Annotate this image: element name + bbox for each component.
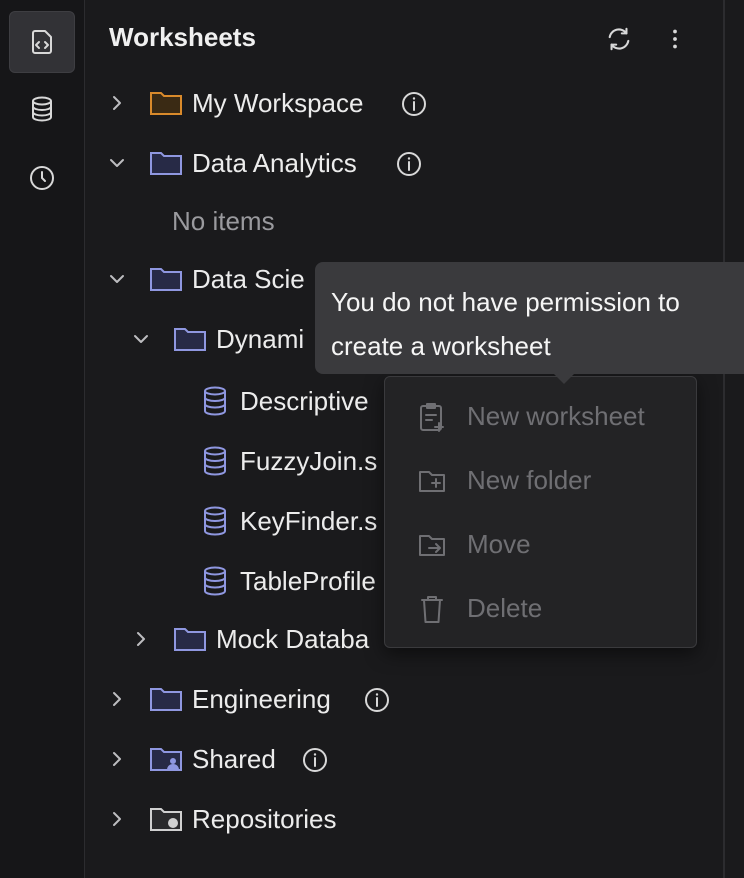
menu-item-label: New worksheet [467, 401, 645, 431]
tree-item-label: Descriptive [240, 386, 369, 416]
panel-title: Worksheets [109, 22, 256, 52]
database-file-icon [204, 566, 226, 596]
tree-item-label: TableProfile [240, 566, 376, 596]
more-options-button[interactable] [660, 24, 690, 54]
panel-border [723, 0, 725, 878]
tree-item-label: Dynami [216, 324, 305, 354]
menu-item-move[interactable]: Move [385, 515, 696, 575]
database-file-icon [204, 446, 226, 476]
menu-item-label: Delete [467, 593, 543, 623]
worksheets-rail-button[interactable] [9, 11, 75, 73]
tree-item-label: Engineering [192, 684, 331, 714]
trash-icon [421, 596, 443, 623]
tooltip-line-2: create a worksheet [331, 331, 551, 361]
folder-icon [150, 92, 182, 115]
menu-item-new-folder[interactable]: New folder [385, 451, 696, 511]
chevron-right-icon[interactable] [108, 94, 126, 112]
activity-rail [0, 0, 85, 878]
repository-folder-icon [150, 808, 182, 831]
worksheet-code-icon [32, 30, 52, 54]
database-file-icon [204, 506, 226, 536]
tree-item-label: Shared [192, 744, 276, 774]
tree-item-label: My Workspace [192, 88, 364, 118]
info-icon[interactable] [400, 90, 428, 118]
tree-item-label: Data Scie [192, 264, 305, 294]
chevron-down-icon[interactable] [108, 154, 126, 172]
new-worksheet-icon [420, 403, 444, 432]
menu-item-label: Move [467, 529, 531, 559]
shared-folder-icon [150, 748, 182, 771]
tree-item-label: Mock Databa [216, 624, 370, 654]
database-file-icon [204, 386, 226, 416]
chevron-right-icon[interactable] [132, 630, 150, 648]
permission-tooltip: You do not have permission to create a w… [315, 262, 744, 374]
menu-item-new-worksheet[interactable]: New worksheet [385, 387, 696, 447]
kebab-menu-icon [673, 29, 677, 49]
tooltip-arrow [552, 372, 576, 384]
empty-folder-text: No items [172, 206, 275, 236]
clock-icon [30, 166, 54, 190]
tree-item-label: FuzzyJoin.s [240, 446, 378, 476]
menu-item-label: New folder [467, 465, 592, 495]
databases-rail-button[interactable] [9, 78, 75, 140]
chevron-right-icon[interactable] [108, 690, 126, 708]
info-icon[interactable] [395, 150, 423, 178]
folder-icon [150, 152, 182, 175]
history-rail-button[interactable] [9, 147, 75, 209]
chevron-right-icon[interactable] [108, 750, 126, 768]
refresh-icon [608, 27, 630, 51]
database-icon [32, 96, 52, 122]
folder-icon [174, 628, 206, 651]
info-icon[interactable] [363, 686, 391, 714]
folder-icon [174, 328, 206, 351]
chevron-down-icon[interactable] [108, 270, 126, 288]
new-folder-icon [419, 471, 445, 492]
refresh-button[interactable] [604, 24, 634, 54]
menu-item-delete[interactable]: Delete [385, 579, 696, 639]
tree-item-label: Repositories [192, 804, 337, 834]
tree-item-label: KeyFinder.s [240, 506, 378, 536]
info-icon[interactable] [301, 746, 329, 774]
move-folder-icon [419, 535, 445, 556]
folder-icon [150, 688, 182, 711]
chevron-down-icon[interactable] [132, 330, 150, 348]
context-menu: New worksheet New folder Move Delete [384, 376, 697, 648]
tooltip-line-1: You do not have permission to [331, 287, 680, 317]
chevron-right-icon[interactable] [108, 810, 126, 828]
tree-item-label: Data Analytics [192, 148, 357, 178]
folder-icon [150, 268, 182, 291]
